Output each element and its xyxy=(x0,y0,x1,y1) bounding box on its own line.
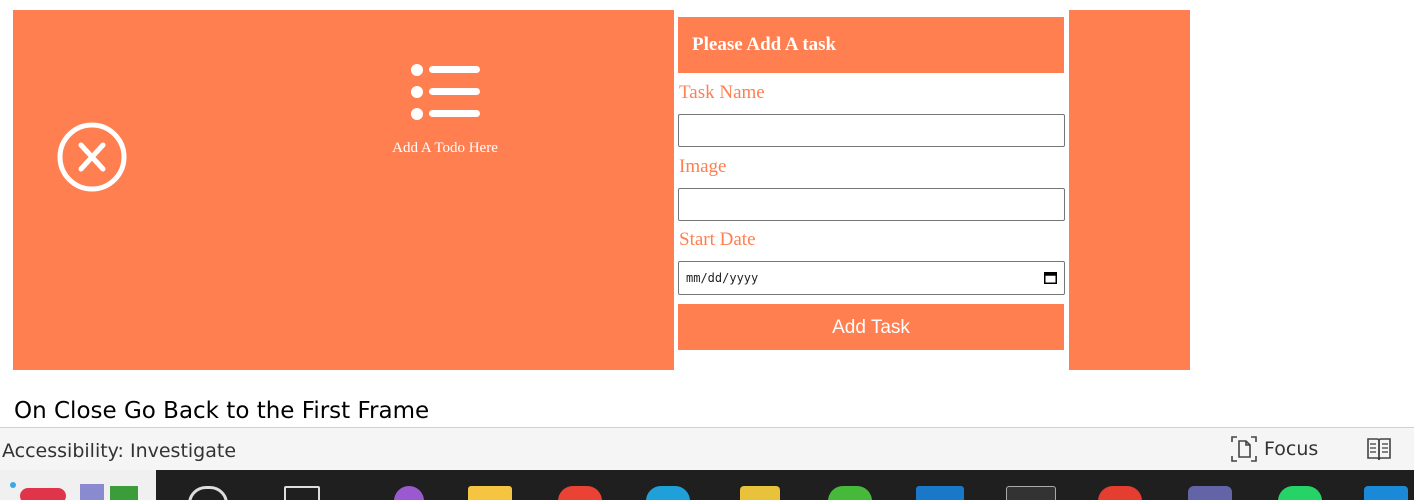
form-header: Please Add A task xyxy=(678,17,1064,73)
edge-icon[interactable] xyxy=(646,486,690,500)
start-date-label: Start Date xyxy=(679,229,756,250)
start-date-input[interactable]: mm/dd/yyyy xyxy=(678,261,1065,295)
accessibility-status[interactable]: Accessibility: Investigate xyxy=(2,440,236,462)
add-todo-label: Add A Todo Here xyxy=(392,140,498,156)
list-icon[interactable] xyxy=(410,62,482,122)
image-input[interactable] xyxy=(678,188,1065,221)
red-app-icon[interactable] xyxy=(1098,486,1142,500)
whatsapp-icon[interactable] xyxy=(1278,486,1322,500)
caption-text: On Close Go Back to the First Frame xyxy=(14,398,430,424)
add-task-form: Please Add A task Task Name Image Start … xyxy=(674,10,1069,370)
add-task-button[interactable]: Add Task xyxy=(678,304,1064,350)
focus-icon xyxy=(1231,436,1257,462)
search-icon[interactable] xyxy=(188,486,228,500)
close-icon[interactable] xyxy=(57,114,127,200)
reader-view-icon[interactable] xyxy=(1366,436,1392,462)
database-icon[interactable] xyxy=(740,486,780,500)
image-label: Image xyxy=(679,156,727,177)
vscode-icon[interactable] xyxy=(1364,486,1408,500)
teams-icon[interactable] xyxy=(1188,486,1232,500)
calendar-icon[interactable] xyxy=(1044,271,1057,284)
task-name-input[interactable] xyxy=(678,114,1065,147)
outlook-icon[interactable] xyxy=(916,486,964,500)
task-view-icon[interactable] xyxy=(284,486,320,500)
focus-label: Focus xyxy=(1264,438,1319,460)
widgets-icon[interactable] xyxy=(0,470,156,500)
focus-button[interactable]: Focus xyxy=(1230,434,1318,464)
taskbar xyxy=(0,470,1414,500)
status-bar: Accessibility: Investigate Focus xyxy=(0,427,1414,471)
visual-studio-icon[interactable] xyxy=(394,486,424,500)
task-name-label: Task Name xyxy=(679,82,765,103)
terminal-icon[interactable] xyxy=(1006,486,1056,500)
chrome-icon[interactable] xyxy=(558,486,602,500)
date-placeholder: mm/dd/yyyy xyxy=(686,271,759,285)
todo-panel: Add A Todo Here xyxy=(13,10,674,370)
green-app-icon[interactable] xyxy=(828,486,872,500)
file-explorer-icon[interactable] xyxy=(468,486,512,500)
side-panel xyxy=(1069,10,1190,370)
